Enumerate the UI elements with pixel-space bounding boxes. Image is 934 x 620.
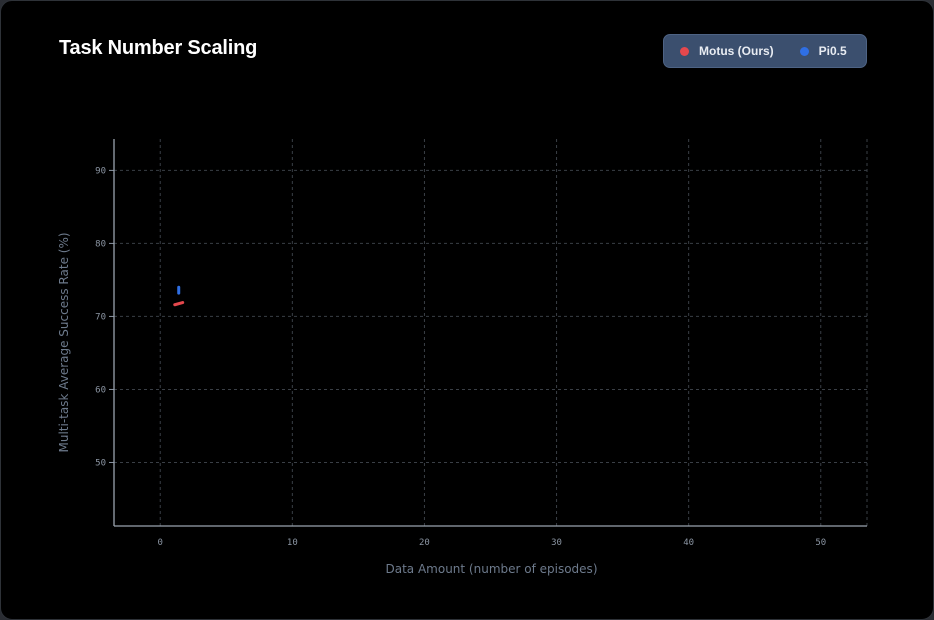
- y-axis-label: Multi-task Average Success Rate (%): [57, 232, 71, 452]
- y-tick-label-70: 70: [95, 312, 106, 322]
- x-tick-label-50: 50: [815, 538, 826, 548]
- x-tick-label-0: 0: [158, 538, 163, 548]
- y-tick-label-50: 50: [95, 458, 106, 468]
- y-tick-label-90: 90: [95, 166, 106, 176]
- chart-card: Task Number Scaling Motus (Ours) Pi0.5 0…: [0, 0, 934, 620]
- x-tick-label-30: 30: [551, 538, 562, 548]
- data-series: [173, 285, 185, 307]
- series-line-0: [173, 301, 185, 307]
- y-tick-label-80: 80: [95, 239, 106, 249]
- plot-area: 0 10 20 30 40 50 50 60 70 80 90 Data Amount (numbe…: [57, 139, 868, 576]
- y-tick-label-60: 60: [95, 385, 106, 395]
- x-tick-label-20: 20: [419, 538, 430, 548]
- x-tick-label-10: 10: [287, 538, 298, 548]
- x-axis-label: Data Amount (number of episodes): [385, 562, 597, 576]
- grid-lines: [114, 139, 868, 526]
- x-tick-label-40: 40: [683, 538, 694, 548]
- axes: [109, 139, 867, 527]
- tick-labels: 0 10 20 30 40 50 50 60 70 80 90: [95, 166, 826, 548]
